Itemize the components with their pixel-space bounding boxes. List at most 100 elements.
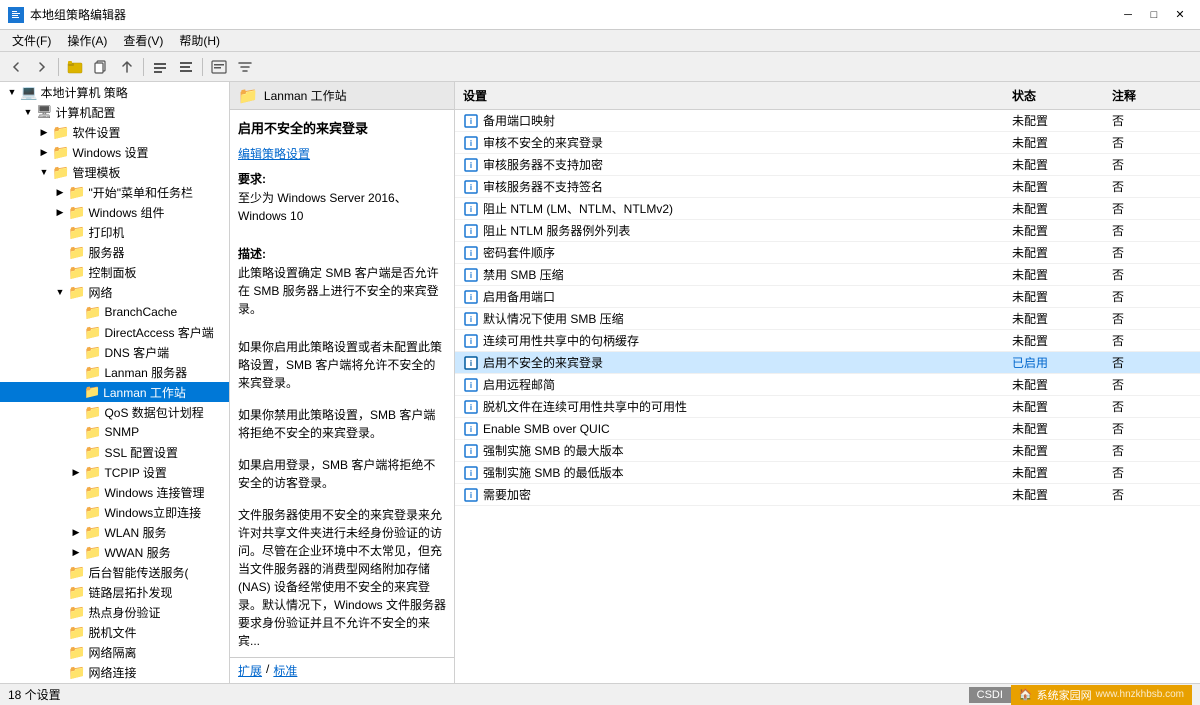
- table-row[interactable]: i需要加密未配置否: [455, 484, 1200, 506]
- svg-text:i: i: [470, 271, 472, 280]
- up-button[interactable]: [115, 55, 139, 79]
- table-row[interactable]: i审核服务器不支持加密未配置否: [455, 154, 1200, 176]
- sidebar-item-hotspot[interactable]: ▶ 📁 热点身份验证: [0, 602, 229, 622]
- sidebar-item-control-panel[interactable]: ▶ 📁 控制面板: [0, 262, 229, 282]
- expand-icon-wincomp[interactable]: ▶: [52, 204, 68, 220]
- col-name: 设置: [463, 87, 1012, 104]
- expand-icon-wlan[interactable]: ▶: [68, 524, 84, 540]
- sidebar-item-bits[interactable]: ▶ 📁 后台智能传送服务(: [0, 562, 229, 582]
- sidebar-label-admin-templates: 管理模板: [72, 164, 120, 181]
- expand-link[interactable]: 扩展: [238, 662, 262, 679]
- expand-icon-wwan[interactable]: ▶: [68, 544, 84, 560]
- expand-icon-tcpip[interactable]: ▶: [68, 464, 84, 480]
- toolbar: [0, 52, 1200, 82]
- svg-text:i: i: [470, 315, 472, 324]
- maximize-button[interactable]: □: [1142, 5, 1166, 25]
- sidebar-item-ssl[interactable]: ▶ 📁 SSL 配置设置: [0, 442, 229, 462]
- footer-sep: /: [266, 662, 269, 679]
- table-row[interactable]: i阻止 NTLM 服务器例外列表未配置否: [455, 220, 1200, 242]
- watermark-site: 🏠 系统家园网 www.hnzkhbsb.com: [1011, 685, 1192, 705]
- table-row[interactable]: i禁用 SMB 压缩未配置否: [455, 264, 1200, 286]
- row-status: 已启用: [1012, 354, 1112, 371]
- table-row[interactable]: i脱机文件在连续可用性共享中的可用性未配置否: [455, 396, 1200, 418]
- sidebar-item-snmp[interactable]: ▶ 📁 SNMP: [0, 422, 229, 442]
- sidebar-item-lanman-server[interactable]: ▶ 📁 Lanman 服务器: [0, 362, 229, 382]
- sidebar-tree: ▼ 💻 本地计算机 策略 ▼ 🖥 计算机配置 ▶ 📁 软件设置 ▶ 📁 Wind…: [0, 82, 230, 683]
- expand-icon-win-settings[interactable]: ▶: [36, 144, 52, 160]
- row-setting-name: 备用端口映射: [483, 112, 1012, 129]
- table-row[interactable]: i阻止 NTLM (LM、NTLM、NTLMv2)未配置否: [455, 198, 1200, 220]
- sidebar-item-directaccess[interactable]: ▶ 📁 DirectAccess 客户端: [0, 322, 229, 342]
- policy-link[interactable]: 编辑策略设置: [238, 147, 310, 161]
- sidebar-item-wcs[interactable]: ▶ 📁 Windows立即连接: [0, 502, 229, 522]
- expand-icon-start[interactable]: ▶: [52, 184, 68, 200]
- sidebar-label-directaccess: DirectAccess 客户端: [104, 324, 213, 341]
- prev-setting-button[interactable]: [148, 55, 172, 79]
- minimize-button[interactable]: ─: [1116, 5, 1140, 25]
- filter-button[interactable]: [233, 55, 257, 79]
- sidebar-item-qos[interactable]: ▶ 📁 QoS 数据包计划程: [0, 402, 229, 422]
- folder-icon-tcpip: 📁: [84, 464, 101, 481]
- expand-icon-software[interactable]: ▶: [36, 124, 52, 140]
- folder-icon-wcs: 📁: [84, 504, 101, 521]
- row-status: 未配置: [1012, 398, 1112, 415]
- sidebar-item-ncsi[interactable]: ▶ 📁 网络连接状态指示器: [0, 682, 229, 683]
- sidebar-item-isolation[interactable]: ▶ 📁 网络隔离: [0, 642, 229, 662]
- menu-action[interactable]: 操作(A): [59, 30, 115, 51]
- sidebar-item-win-conn-mgr[interactable]: ▶ 📁 Windows 连接管理: [0, 482, 229, 502]
- sidebar-item-wwan[interactable]: ▶ 📁 WWAN 服务: [0, 542, 229, 562]
- back-button[interactable]: [4, 55, 28, 79]
- menu-view[interactable]: 查看(V): [115, 30, 171, 51]
- expand-icon-computer[interactable]: ▼: [20, 104, 36, 120]
- sidebar-item-branchcache[interactable]: ▶ 📁 BranchCache: [0, 302, 229, 322]
- forward-button[interactable]: [30, 55, 54, 79]
- sidebar-item-printer[interactable]: ▶ 📁 打印机: [0, 222, 229, 242]
- sidebar-item-root[interactable]: ▼ 💻 本地计算机 策略: [0, 82, 229, 102]
- table-row[interactable]: i启用远程邮简未配置否: [455, 374, 1200, 396]
- menu-help[interactable]: 帮助(H): [171, 30, 228, 51]
- table-row[interactable]: i备用端口映射未配置否: [455, 110, 1200, 132]
- sidebar-item-tcpip[interactable]: ▶ 📁 TCPIP 设置: [0, 462, 229, 482]
- sidebar-item-wlan[interactable]: ▶ 📁 WLAN 服务: [0, 522, 229, 542]
- close-button[interactable]: ✕: [1168, 5, 1192, 25]
- settings-panel: 设置 状态 注释 i备用端口映射未配置否i审核不安全的来宾登录未配置否i审核服务…: [455, 82, 1200, 683]
- standard-link[interactable]: 标准: [273, 662, 297, 679]
- sidebar-item-offline[interactable]: ▶ 📁 脱机文件: [0, 622, 229, 642]
- table-row[interactable]: i默认情况下使用 SMB 压缩未配置否: [455, 308, 1200, 330]
- table-row[interactable]: i审核不安全的来宾登录未配置否: [455, 132, 1200, 154]
- sidebar-item-admin-templates[interactable]: ▼ 📁 管理模板: [0, 162, 229, 182]
- copy-button[interactable]: [89, 55, 113, 79]
- menu-file[interactable]: 文件(F): [4, 30, 59, 51]
- expand-icon-root[interactable]: ▼: [4, 84, 20, 100]
- properties-button[interactable]: [207, 55, 231, 79]
- next-setting-button[interactable]: [174, 55, 198, 79]
- table-row[interactable]: iEnable SMB over QUIC未配置否: [455, 418, 1200, 440]
- sidebar-item-software[interactable]: ▶ 📁 软件设置: [0, 122, 229, 142]
- row-setting-name: 启用不安全的来宾登录: [483, 354, 1012, 371]
- sidebar-item-start-menu[interactable]: ▶ 📁 "开始"菜单和任务栏: [0, 182, 229, 202]
- folder-icon-server: 📁: [68, 244, 85, 261]
- sidebar-item-net-connection[interactable]: ▶ 📁 网络连接: [0, 662, 229, 682]
- table-row[interactable]: i强制实施 SMB 的最大版本未配置否: [455, 440, 1200, 462]
- table-row[interactable]: i密码套件顺序未配置否: [455, 242, 1200, 264]
- sidebar-item-dns[interactable]: ▶ 📁 DNS 客户端: [0, 342, 229, 362]
- expand-icon-network[interactable]: ▼: [52, 284, 68, 300]
- table-row[interactable]: i连续可用性共享中的句柄缓存未配置否: [455, 330, 1200, 352]
- table-row[interactable]: i强制实施 SMB 的最低版本未配置否: [455, 462, 1200, 484]
- svg-text:i: i: [470, 381, 472, 390]
- row-comment: 否: [1112, 156, 1192, 173]
- open-folder-button[interactable]: [63, 55, 87, 79]
- table-row[interactable]: i启用不安全的来宾登录已启用否: [455, 352, 1200, 374]
- panel-header: 📁 Lanman 工作站: [230, 82, 454, 110]
- sidebar-item-win-components[interactable]: ▶ 📁 Windows 组件: [0, 202, 229, 222]
- sidebar-item-computer-config[interactable]: ▼ 🖥 计算机配置: [0, 102, 229, 122]
- sidebar-item-windows-settings[interactable]: ▶ 📁 Windows 设置: [0, 142, 229, 162]
- table-row[interactable]: i审核服务器不支持签名未配置否: [455, 176, 1200, 198]
- sidebar-item-lltd[interactable]: ▶ 📁 链路层拓扑发现: [0, 582, 229, 602]
- sidebar-item-server[interactable]: ▶ 📁 服务器: [0, 242, 229, 262]
- row-setting-name: 强制实施 SMB 的最低版本: [483, 464, 1012, 481]
- expand-icon-admin[interactable]: ▼: [36, 164, 52, 180]
- sidebar-item-lanman-workstation[interactable]: ▶ 📁 Lanman 工作站: [0, 382, 229, 402]
- table-row[interactable]: i启用备用端口未配置否: [455, 286, 1200, 308]
- sidebar-item-network[interactable]: ▼ 📁 网络: [0, 282, 229, 302]
